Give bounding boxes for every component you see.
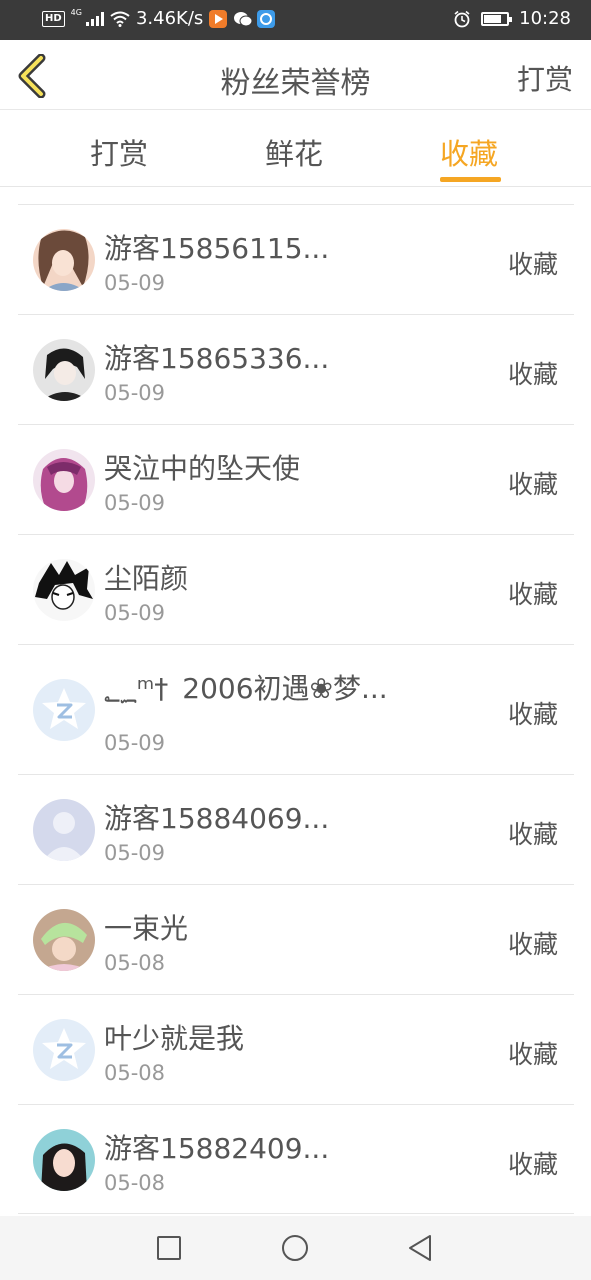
photo-woman-avatar (33, 1129, 95, 1191)
list-item[interactable]: 叶少就是我 05-08 收藏 (18, 994, 574, 1104)
list-item[interactable]: 游客15865336... 05-09 收藏 (18, 314, 574, 424)
nav-back-button[interactable] (406, 1234, 434, 1262)
fan-name: 游客15856115... (104, 232, 330, 265)
status-left: HD 4G 3.46K/s (42, 8, 276, 29)
fan-name: 尘陌颜 (104, 562, 189, 595)
list-item[interactable]: 游客15856115... 05-09 收藏 (18, 204, 574, 314)
signal-icon (85, 11, 104, 26)
tab-flowers[interactable]: 鲜花 (265, 131, 323, 173)
reward-button[interactable]: 打赏 (517, 58, 573, 98)
fan-name: 一束光 (104, 912, 189, 945)
fan-action: 收藏 (507, 930, 558, 959)
default-person-avatar (33, 799, 95, 861)
default-qq-avatar (33, 679, 95, 741)
fan-action: 收藏 (507, 470, 558, 499)
battery-icon (481, 11, 513, 26)
fan-name: 游客15865336... (104, 342, 330, 375)
list-item[interactable]: 一束光 05-08 收藏 (18, 884, 574, 994)
list-item[interactable]: 哭泣中的坠天使 05-09 收藏 (18, 424, 574, 534)
fan-action: 收藏 (507, 820, 558, 849)
fan-date: 05-08 (104, 1171, 166, 1195)
fan-date: 05-09 (104, 271, 166, 295)
fan-action: 收藏 (507, 580, 558, 609)
list-item[interactable]: 游客15884069... 05-09 收藏 (18, 774, 574, 884)
home-button[interactable] (281, 1234, 309, 1262)
browser-app-icon (257, 9, 276, 28)
system-nav-bar (0, 1216, 591, 1280)
fan-date: 05-08 (104, 1061, 166, 1085)
list-item[interactable]: 游客15882409... 05-08 收藏 (18, 1104, 574, 1214)
recent-apps-button[interactable] (155, 1234, 183, 1262)
anime-boy-avatar (33, 339, 95, 401)
fan-date: 05-09 (104, 491, 166, 515)
tab-reward[interactable]: 打赏 (90, 131, 148, 173)
fan-date: 05-09 (104, 381, 166, 405)
network-type: 4G (70, 8, 82, 17)
wifi-icon (110, 11, 130, 27)
wechat-icon (233, 10, 253, 28)
status-time: 10:28 (519, 8, 571, 29)
fan-name: ؂؁ᵐ† 2006初遇❀梦... (104, 672, 388, 705)
fan-action: 收藏 (507, 250, 558, 279)
video-app-icon (209, 9, 228, 28)
list-item[interactable]: 尘陌颜 05-09 收藏 (18, 534, 574, 644)
list-item[interactable]: ؂؁ᵐ† 2006初遇❀梦... 05-09 收藏 (18, 644, 574, 774)
fan-date: 05-09 (104, 841, 166, 865)
fan-action: 收藏 (507, 360, 558, 389)
fan-date: 05-09 (104, 601, 166, 625)
square-icon (157, 1236, 181, 1260)
fan-name: 游客15884069... (104, 802, 330, 835)
hd-badge: HD (42, 10, 65, 27)
title-bar: 粉丝荣誉榜 打赏 (0, 40, 591, 110)
fan-date: 05-08 (104, 951, 166, 975)
page-title: 粉丝荣誉榜 (220, 66, 371, 101)
circle-icon (282, 1235, 308, 1261)
fan-action: 收藏 (507, 1040, 558, 1069)
fan-name: 游客15882409... (104, 1132, 330, 1165)
network-speed: 3.46K/s (135, 8, 204, 29)
fan-date: 05-09 (104, 731, 166, 755)
sketch-boy-avatar (33, 559, 95, 621)
fan-list: 游客15856115... 05-09 收藏 游客15865336... 05-… (18, 204, 574, 1214)
fan-name: 叶少就是我 (104, 1022, 245, 1055)
pink-hair-avatar (33, 449, 95, 511)
photo-avatar (33, 909, 95, 971)
alarm-icon (454, 10, 470, 27)
fan-action: 收藏 (507, 700, 558, 729)
fan-action: 收藏 (507, 1150, 558, 1179)
tab-bar: 打赏 鲜花 收藏 (0, 111, 591, 187)
fan-name: 哭泣中的坠天使 (104, 452, 301, 485)
anime-girl-avatar (33, 229, 95, 291)
tab-favorites[interactable]: 收藏 (440, 131, 498, 173)
triangle-back-icon (409, 1235, 431, 1261)
default-qq-avatar (33, 1019, 95, 1081)
active-tab-indicator (440, 177, 501, 182)
status-bar: HD 4G 3.46K/s 10:28 (0, 0, 591, 40)
status-right: 10:28 (453, 8, 571, 29)
